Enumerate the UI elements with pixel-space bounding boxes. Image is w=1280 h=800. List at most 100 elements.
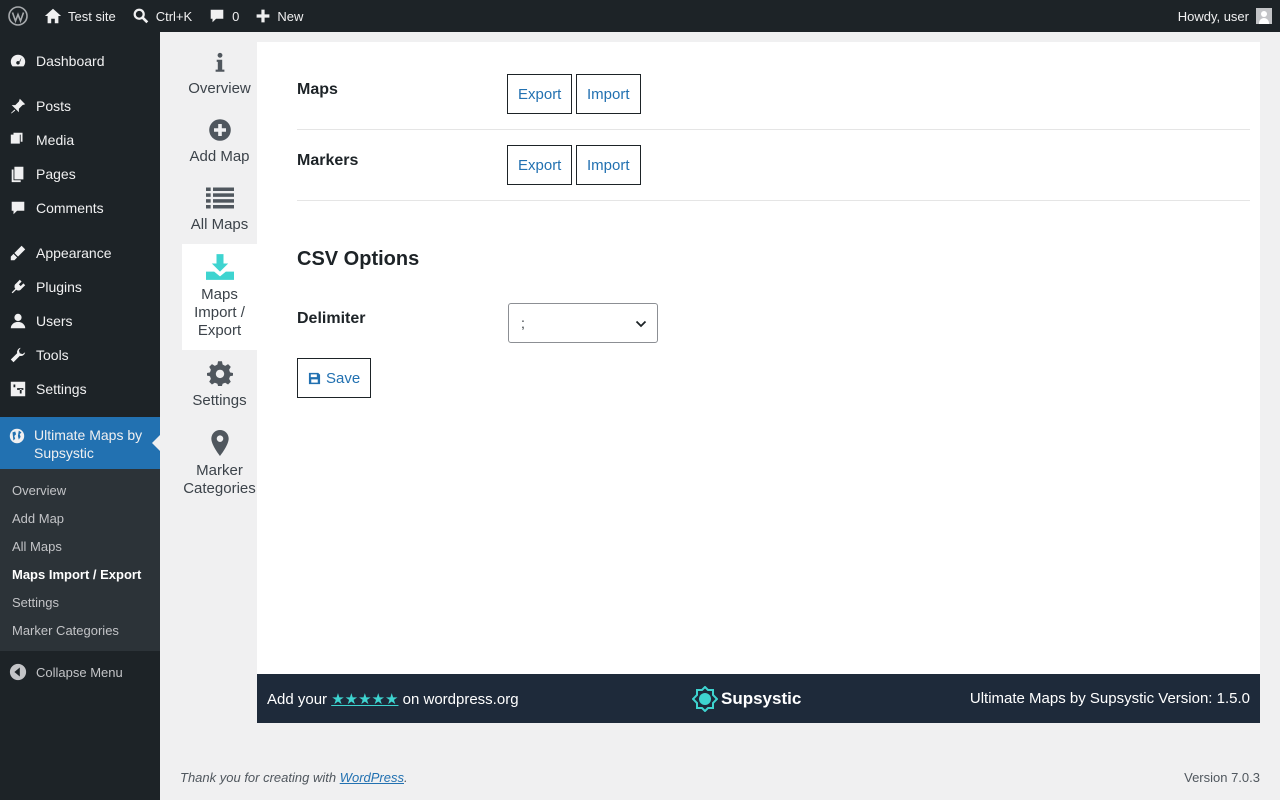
plugin-nav-settings[interactable]: Settings (182, 350, 257, 420)
plugin-nav-add-map[interactable]: Add Map (182, 108, 257, 176)
brush-icon (10, 245, 26, 261)
collapse-label: Collapse Menu (36, 664, 123, 680)
gear-icon (206, 361, 233, 386)
menu-item-label: Dashboard (36, 53, 105, 69)
plugin-nav-label: Overview (188, 80, 251, 97)
menu-item-tools[interactable]: Tools (0, 338, 160, 372)
submenu-item-import-export[interactable]: Maps Import / Export (0, 561, 160, 589)
rating-stars-link[interactable]: ★★★★★ (331, 691, 398, 708)
menu-item-label: Tools (36, 347, 69, 363)
comment-icon (11, 201, 25, 215)
dashboard-icon (10, 54, 26, 67)
menu-item-label: Posts (36, 98, 72, 114)
plugin-nav-import-export[interactable]: Maps Import / Export (182, 244, 257, 350)
floppy-disk-icon (308, 372, 321, 384)
markers-export-button[interactable]: Export (507, 145, 573, 185)
menu-item-pages[interactable]: Pages (0, 157, 160, 191)
plugin-nav-label: Maps Import / Export (194, 286, 245, 339)
menu-item-plugins[interactable]: Plugins (0, 270, 160, 304)
import-export-panel: Maps Export Import Markers Export Import… (257, 42, 1260, 674)
menu-item-label: Appearance (36, 245, 112, 261)
wp-version: Version 7.0.3 (1184, 770, 1260, 785)
csv-options-heading: CSV Options (297, 248, 420, 270)
delimiter-label: Delimiter (297, 310, 366, 327)
submenu: Overview Add Map All Maps Maps Import / … (0, 469, 160, 651)
comments-count: 0 (232, 8, 240, 24)
rating-text: Add your ★★★★★ on wordpress.org (267, 690, 519, 708)
supsystic-logo: Supsystic (692, 686, 801, 712)
brand-name: Supsystic (721, 689, 802, 708)
save-label: Save (326, 369, 361, 387)
plugin-nav-marker-categories[interactable]: Marker Categories (182, 420, 257, 508)
plugin-version: Ultimate Maps by Supsystic Version: 1.5.… (969, 690, 1250, 707)
maps-import-button[interactable]: Import (576, 74, 641, 114)
user-icon (10, 313, 26, 329)
menu-item-dashboard[interactable]: Dashboard (0, 44, 160, 78)
plugin-nav-label: Settings (192, 392, 247, 409)
plugin-nav-label: Add Map (189, 148, 250, 165)
maps-label: Maps (297, 81, 338, 98)
new-content-button[interactable]: New (247, 0, 311, 32)
search-shortcut-button[interactable]: Ctrl+K (124, 0, 200, 32)
menu-item-ultimate-maps[interactable]: Ultimate Maps by Supsystic (0, 417, 160, 469)
submenu-item-add-map[interactable]: Add Map (0, 505, 160, 533)
delimiter-select[interactable]: ; (508, 303, 658, 343)
howdy-text: Howdy, user (1177, 8, 1249, 24)
admin-menu: Dashboard Posts Media Pages Comments App… (0, 32, 160, 800)
wordpress-logo-button[interactable] (0, 0, 36, 32)
comment-icon (210, 9, 224, 23)
supsystic-logo-icon (692, 686, 718, 712)
plugin-nav-label: All Maps (190, 216, 249, 233)
plugin-footer: Add your ★★★★★ on wordpress.org Supsysti… (257, 674, 1260, 723)
markers-import-button[interactable]: Import (576, 145, 641, 185)
globe-icon (9, 428, 25, 444)
search-shortcut-label: Ctrl+K (155, 8, 193, 24)
search-icon (133, 8, 148, 24)
my-account-button[interactable]: Howdy, user (1178, 8, 1280, 24)
plug-icon (11, 279, 26, 294)
plugin-nav: Overview Add Map All Maps Maps Import / … (182, 42, 257, 508)
comments-button[interactable]: 0 (200, 0, 247, 32)
plus-icon (257, 9, 270, 23)
pin-icon (10, 98, 26, 114)
sliders-icon (10, 381, 26, 397)
menu-item-label: Users (36, 313, 73, 329)
collapse-menu-button[interactable]: Collapse Menu (0, 655, 160, 689)
menu-item-comments[interactable]: Comments (0, 191, 160, 225)
wordpress-link[interactable]: WordPress (340, 770, 404, 785)
maps-export-button[interactable]: Export (507, 74, 573, 114)
menu-item-settings[interactable]: Settings (0, 372, 160, 406)
submenu-item-settings[interactable]: Settings (0, 589, 160, 617)
site-name-link[interactable]: Test site (36, 0, 124, 32)
menu-item-label: Comments (36, 200, 104, 216)
menu-item-users[interactable]: Users (0, 304, 160, 338)
wrench-icon (10, 347, 26, 363)
wordpress-logo-icon (8, 6, 28, 26)
admin-bar: Test site Ctrl+K 0 New Howdy, user (0, 0, 1280, 32)
divider (297, 200, 1250, 201)
plugin-nav-all-maps[interactable]: All Maps (182, 176, 257, 244)
info-icon (215, 52, 224, 72)
submenu-item-marker-categories[interactable]: Marker Categories (0, 617, 160, 645)
plugin-nav-overview[interactable]: Overview (182, 42, 257, 108)
map-marker-icon (210, 430, 229, 456)
submenu-item-overview[interactable]: Overview (0, 477, 160, 505)
download-icon (205, 254, 234, 280)
menu-item-posts[interactable]: Posts (0, 89, 160, 123)
media-icon (10, 132, 23, 144)
menu-item-label: Media (36, 132, 75, 148)
collapse-icon (9, 663, 27, 681)
save-button[interactable]: Save (297, 358, 372, 398)
menu-item-label: Settings (36, 381, 87, 397)
menu-item-label: Ultimate Maps by Supsystic (34, 427, 143, 461)
wp-footer: Thank you for creating with WordPress. V… (180, 770, 1260, 785)
menu-item-media[interactable]: Media (0, 123, 160, 157)
footer-thanks: Thank you for creating with WordPress. (180, 770, 408, 785)
new-label: New (277, 8, 304, 24)
site-name: Test site (68, 8, 116, 24)
menu-item-appearance[interactable]: Appearance (0, 236, 160, 270)
submenu-item-all-maps[interactable]: All Maps (0, 533, 160, 561)
plugin-nav-label: Marker Categories (183, 462, 256, 497)
add-circle-icon (208, 119, 231, 141)
menu-item-label: Pages (36, 166, 76, 182)
